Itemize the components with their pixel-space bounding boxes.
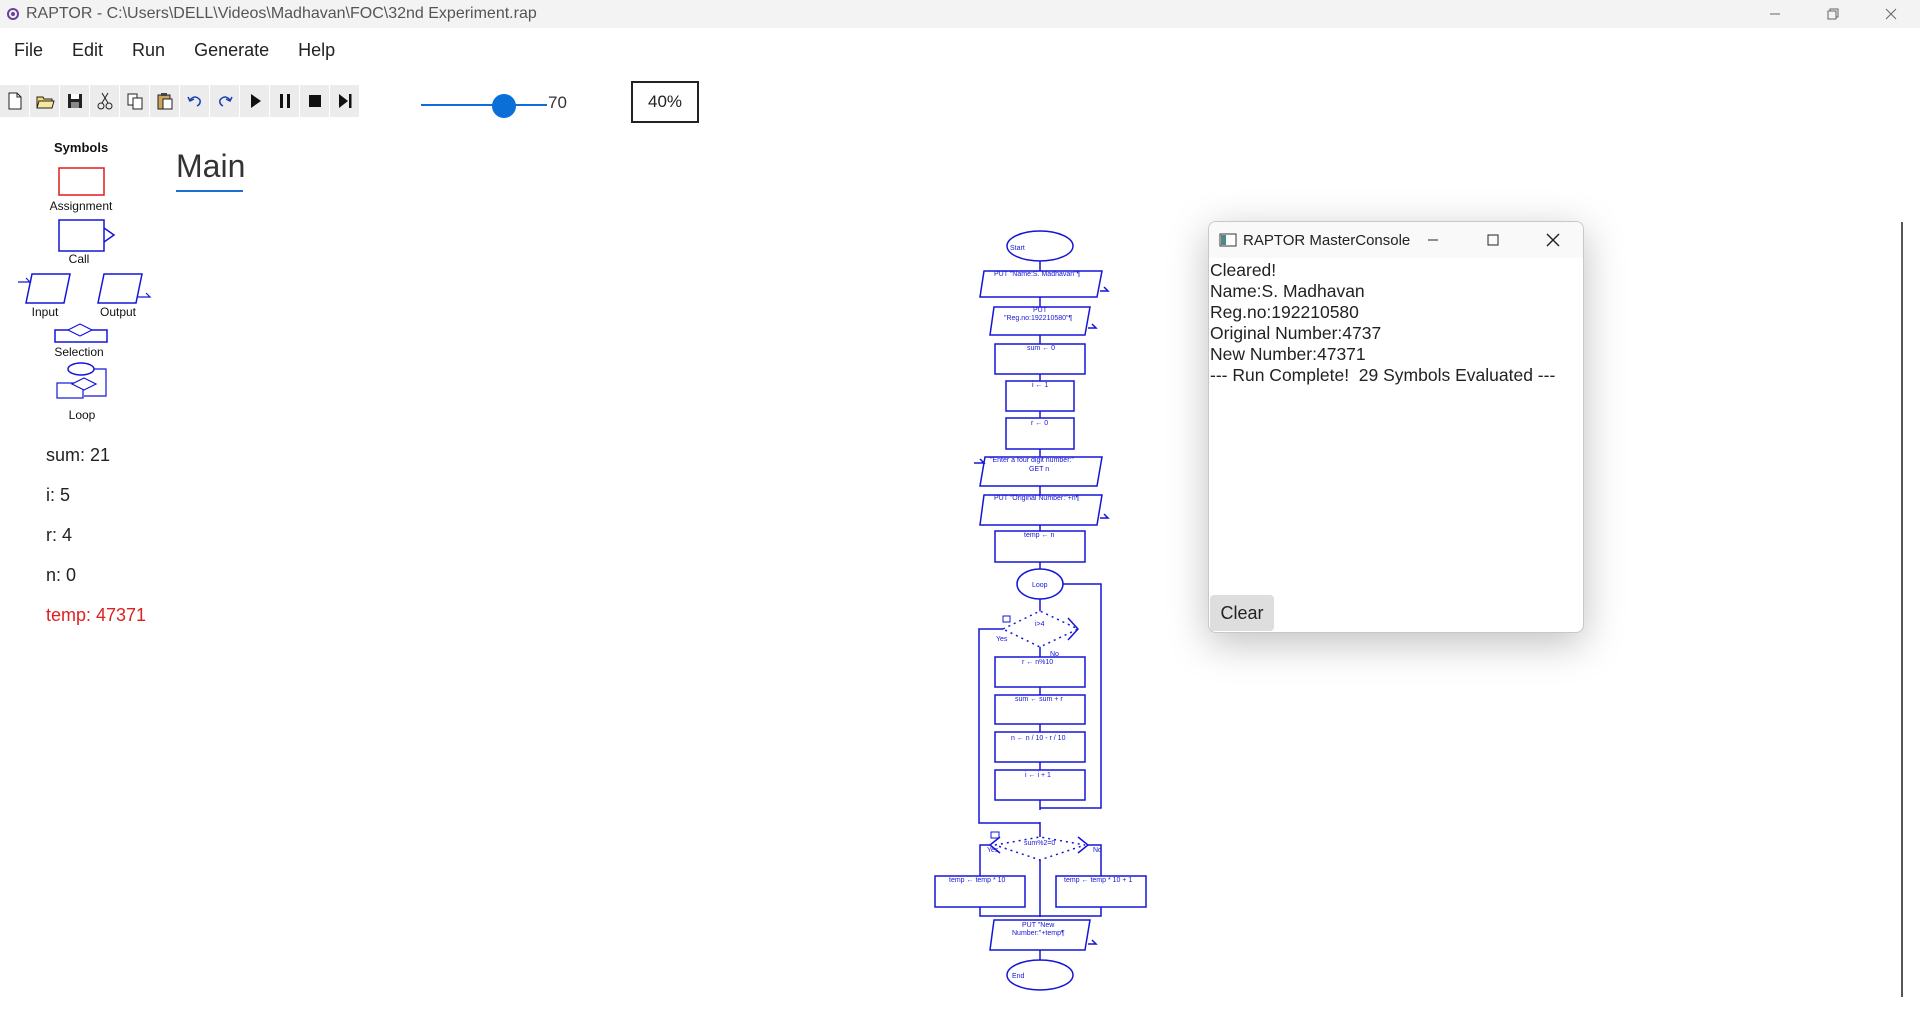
flow-temp-assign-text: temp ← n — [1024, 532, 1054, 539]
selection-label: Selection — [54, 345, 104, 359]
undo-icon[interactable] — [180, 85, 209, 117]
output-label: Output — [99, 305, 137, 319]
flow-sum-assign-text: sum ← 0 — [1027, 345, 1055, 352]
speed-slider[interactable] — [421, 90, 547, 120]
save-icon[interactable] — [60, 85, 89, 117]
flow-end-text: End — [1012, 973, 1025, 980]
console-title: RAPTOR MasterConsole — [1243, 231, 1411, 249]
speed-value: 70 — [548, 93, 567, 112]
var-temp: temp: 47371 — [46, 605, 147, 625]
open-icon[interactable] — [30, 85, 59, 117]
zoom-box[interactable]: 40% — [631, 81, 699, 123]
flow-put-original-text: PUT "Original Number:"+n¶ — [994, 495, 1080, 502]
window-controls — [1746, 0, 1920, 28]
console-line: Original Number:4737 — [1210, 323, 1382, 343]
stop-icon[interactable] — [300, 85, 329, 117]
console-line: Cleared! — [1210, 260, 1277, 280]
step-icon[interactable] — [330, 85, 359, 117]
flow-loop-cond-text: i>4 — [1035, 621, 1045, 628]
console-app-icon — [1219, 233, 1237, 247]
flow-put-new-text1: PUT "New — [1022, 922, 1055, 929]
var-n: n: 0 — [46, 565, 77, 585]
paste-icon[interactable] — [150, 85, 179, 117]
flow-n-calc-text: n ← n / 10 - r / 10 — [1011, 735, 1066, 742]
console-line: New Number:47371 — [1210, 344, 1366, 364]
input-label: Input — [31, 305, 59, 319]
console-minimize-icon[interactable] — [1403, 222, 1463, 258]
call-symbol[interactable] — [58, 219, 105, 252]
output-symbol[interactable] — [97, 273, 143, 304]
flow-loop-condition[interactable] — [1001, 610, 1080, 648]
loop-symbol[interactable] — [67, 362, 95, 376]
menu-edit[interactable]: Edit — [72, 40, 103, 61]
output-arrow-icon — [138, 292, 152, 298]
console-titlebar: RAPTOR MasterConsole — [1209, 222, 1583, 258]
zoom-value: 40% — [647, 92, 683, 111]
copy-icon[interactable] — [120, 85, 149, 117]
console-line: --- Run Complete! 29 Symbols Evaluated -… — [1210, 365, 1556, 385]
console-line: Reg.no:192210580 — [1210, 302, 1359, 322]
flow-input-text2: GET n — [1029, 466, 1049, 473]
minimize-icon[interactable] — [1746, 0, 1804, 28]
flow-selection-text: sum%2=0 — [1024, 840, 1055, 847]
slider-thumb[interactable] — [492, 94, 516, 118]
flow-start-text: Start — [1010, 245, 1025, 252]
call-label: Call — [68, 252, 90, 266]
pause-icon[interactable] — [270, 85, 299, 117]
flow-put-reg-text2: "Reg.no:192210580"¶ — [1004, 315, 1073, 322]
assignment-label: Assignment — [49, 199, 113, 213]
title-bar: RAPTOR - C:\Users\DELL\Videos\Madhavan\F… — [0, 0, 1920, 28]
flow-temp-yes-text: temp ← temp * 10 — [949, 877, 1006, 884]
flow-put-reg-text1: PUT — [1033, 307, 1048, 314]
console-line: Name:S. Madhavan — [1210, 281, 1365, 301]
flow-put-new-text2: Number:"+temp¶ — [1012, 930, 1065, 937]
flow-temp-no-text: temp ← temp * 10 + 1 — [1064, 877, 1132, 884]
menu-file[interactable]: File — [14, 40, 43, 61]
loop-label: Loop — [68, 408, 96, 422]
tab-main[interactable]: Main — [176, 148, 245, 185]
console-controls — [1403, 222, 1583, 258]
tab-main-underline — [176, 190, 243, 192]
flow-loop-text: Loop — [1032, 582, 1048, 589]
flow-r-calc-text: r ← n%10 — [1022, 659, 1053, 666]
input-symbol[interactable] — [25, 273, 71, 304]
console-output: Cleared! Name:S. Madhavan Reg.no:1922105… — [1209, 258, 1583, 388]
window-title: RAPTOR - C:\Users\DELL\Videos\Madhavan\F… — [26, 5, 537, 22]
flow-r-assign-text: r ← 0 — [1031, 420, 1048, 427]
var-sum: sum: 21 — [46, 445, 111, 465]
cut-icon[interactable] — [90, 85, 119, 117]
console-maximize-icon[interactable] — [1463, 222, 1523, 258]
flow-i-inc-text: i ← i + 1 — [1025, 772, 1051, 779]
restore-icon[interactable] — [1804, 0, 1862, 28]
menu-run[interactable]: Run — [132, 40, 165, 61]
menu-generate[interactable]: Generate — [194, 40, 269, 61]
canvas-scrollbar[interactable] — [1901, 222, 1903, 997]
menu-help[interactable]: Help — [298, 40, 335, 61]
clear-button[interactable]: Clear — [1210, 595, 1274, 631]
flow-i-assign-text: i ← 1 — [1032, 382, 1048, 389]
symbols-title: Symbols — [54, 140, 109, 155]
menu-bar: File Edit Run Generate Help — [0, 28, 1920, 72]
new-icon[interactable] — [0, 85, 29, 117]
toolbar — [0, 84, 360, 118]
flow-loop-yes-text: Yes — [996, 636, 1008, 643]
raptor-logo-icon — [7, 8, 19, 20]
master-console: RAPTOR MasterConsole Cleared! Name:S. Ma… — [1208, 221, 1584, 633]
flow-put-name-text: PUT "Name:S. Madhavan"¶ — [994, 271, 1081, 278]
flow-sum-calc-text: sum ← sum + r — [1015, 696, 1063, 703]
redo-icon[interactable] — [210, 85, 239, 117]
call-arrow-icon — [103, 227, 116, 243]
var-r: r: 4 — [46, 525, 73, 545]
play-icon[interactable] — [240, 85, 269, 117]
flowchart: Start PUT "Name:S. Madhavan"¶ PUT "Reg.n… — [934, 230, 1147, 991]
var-i: i: 5 — [46, 485, 71, 505]
close-icon[interactable] — [1862, 0, 1920, 28]
console-close-icon[interactable] — [1523, 222, 1583, 258]
flow-input-text1: "Enter a four digit number:" — [990, 457, 1074, 464]
assignment-symbol[interactable] — [58, 167, 105, 196]
slider-track — [421, 104, 547, 106]
flow-selection-yes-text: Yes — [987, 847, 999, 854]
input-arrow-icon — [18, 277, 32, 283]
